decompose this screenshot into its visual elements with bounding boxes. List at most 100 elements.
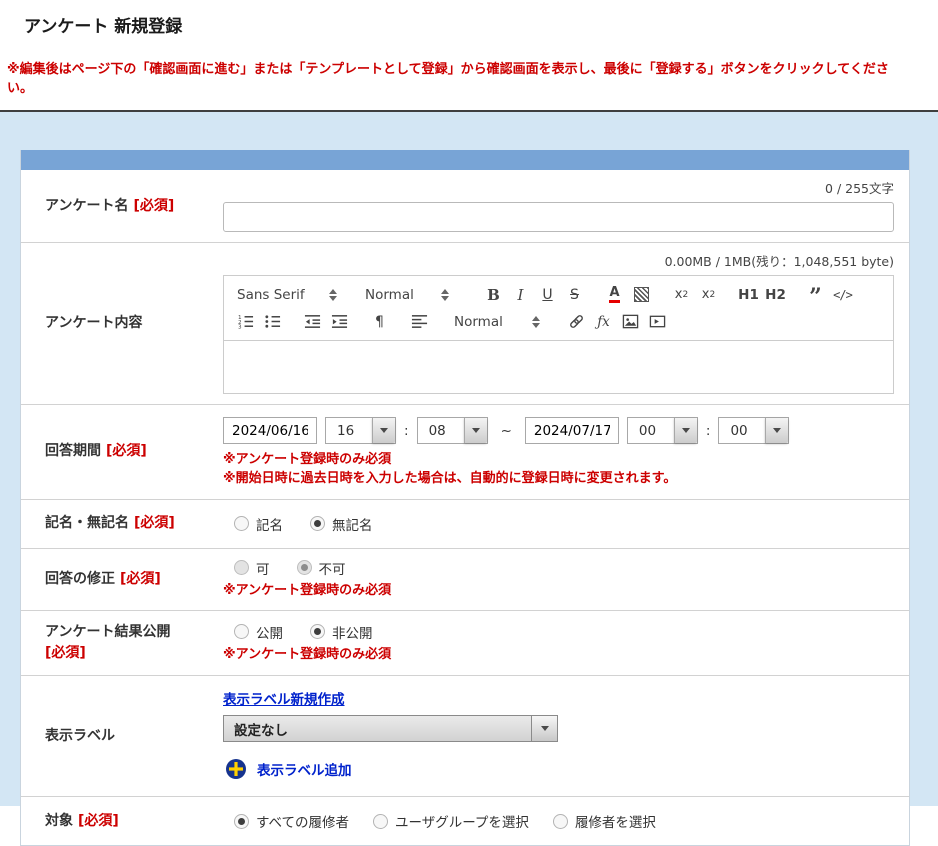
- radio-target-select-students[interactable]: 履修者を選択: [553, 811, 656, 831]
- required-badge: [必須]: [134, 514, 175, 533]
- heading1-icon[interactable]: H1: [735, 283, 762, 307]
- subscript-icon[interactable]: x2: [668, 283, 695, 307]
- radio-target-all-students[interactable]: すべての履修者: [234, 811, 349, 831]
- superscript-icon[interactable]: x2: [695, 283, 722, 307]
- survey-name-label: アンケート名: [45, 197, 128, 216]
- page-header: アンケート 新規登録 ※編集後はページ下の「確認画面に進む」または「テンプレート…: [0, 0, 938, 96]
- radio-circle: [373, 814, 388, 829]
- radio-circle: [234, 624, 249, 639]
- format-picker[interactable]: Normal: [449, 314, 545, 330]
- start-hour-select[interactable]: 16: [325, 417, 396, 444]
- code-block-icon[interactable]: </>: [829, 283, 856, 307]
- dropdown-arrow-button[interactable]: [674, 418, 697, 443]
- radio-circle-disabled: [234, 560, 249, 575]
- required-badge: [必須]: [45, 644, 86, 663]
- period-note-1: ※アンケート登録時のみ必須: [223, 451, 894, 470]
- add-plus-icon[interactable]: [225, 758, 247, 780]
- font-picker[interactable]: Sans Serif: [232, 287, 342, 303]
- required-badge: [必須]: [133, 197, 174, 216]
- radio-label: ユーザグループを選択: [395, 811, 529, 831]
- dropdown-arrow-button[interactable]: [765, 418, 788, 443]
- end-hour-value: 00: [628, 418, 674, 443]
- radio-edit-allowed[interactable]: 可: [234, 558, 270, 578]
- named-label: 記名・無記名: [45, 514, 129, 533]
- end-hour-select[interactable]: 00: [627, 417, 698, 444]
- colon-separator: :: [404, 423, 409, 439]
- row-answer-period: 回答期間 [必須] 16 : 08: [21, 405, 909, 500]
- combo-arrow-button[interactable]: [531, 716, 557, 741]
- target-label: 対象: [45, 812, 73, 831]
- answer-period-label-cell: 回答期間 [必須]: [21, 405, 223, 499]
- picker-arrows-icon: [532, 316, 540, 328]
- row-result-public: アンケート結果公開 [必須] 公開 非公開 ※アンケート登録: [21, 611, 909, 677]
- image-icon[interactable]: [617, 310, 644, 334]
- italic-icon[interactable]: I: [507, 283, 534, 307]
- size-counter: 0.00MB / 1MB(残り：1,048,551 byte): [223, 251, 894, 270]
- row-display-label: 表示ラベル 表示ラベル新規作成 設定なし: [21, 676, 909, 797]
- radio-private[interactable]: 非公開: [310, 622, 373, 642]
- outdent-icon[interactable]: [299, 310, 326, 334]
- add-display-label-link[interactable]: 表示ラベル追加: [257, 759, 352, 779]
- result-public-note: ※アンケート登録時のみ必須: [223, 646, 894, 665]
- blockquote-icon[interactable]: ”: [802, 285, 829, 305]
- table-header-bar: [21, 150, 909, 170]
- radio-edit-not-allowed[interactable]: 不可: [297, 558, 346, 578]
- page-title: アンケート 新規登録: [24, 12, 914, 37]
- radio-named-signed[interactable]: 記名: [234, 514, 283, 534]
- answer-edit-label-cell: 回答の修正 [必須]: [21, 549, 223, 610]
- text-color-icon[interactable]: A: [601, 283, 628, 307]
- radio-named-anonymous[interactable]: 無記名: [310, 514, 373, 534]
- display-label-select-value: 設定なし: [224, 716, 531, 741]
- survey-name-input[interactable]: [223, 202, 894, 232]
- survey-content-label-cell: アンケート内容: [21, 243, 223, 404]
- editor-text-area[interactable]: [223, 341, 894, 394]
- end-minute-value: 00: [719, 418, 765, 443]
- dropdown-arrow-button[interactable]: [372, 418, 395, 443]
- required-badge: [必須]: [106, 442, 147, 461]
- start-date-input[interactable]: [223, 417, 317, 444]
- bold-icon[interactable]: B: [480, 283, 507, 307]
- picker-arrows-icon: [441, 289, 449, 301]
- formula-icon[interactable]: ƒx: [590, 310, 617, 334]
- end-minute-select[interactable]: 00: [718, 417, 789, 444]
- row-target: 対象 [必須] すべての履修者 ユーザグループを選択: [21, 797, 909, 845]
- caret-down-icon: [472, 428, 480, 433]
- underline-icon[interactable]: U: [534, 283, 561, 307]
- svg-text:3: 3: [238, 325, 242, 330]
- radio-circle-checked: [234, 814, 249, 829]
- bullet-list-icon[interactable]: [259, 310, 286, 334]
- named-label-cell: 記名・無記名 [必須]: [21, 500, 223, 548]
- radio-label: 記名: [256, 514, 283, 534]
- radio-circle-disabled-checked: [297, 560, 312, 575]
- align-icon[interactable]: [406, 310, 433, 334]
- survey-content-label: アンケート内容: [45, 314, 142, 333]
- indent-icon[interactable]: [326, 310, 353, 334]
- picker-arrows-icon: [329, 289, 337, 301]
- result-public-label: アンケート結果公開: [45, 623, 170, 642]
- content-area: アンケート名 [必須] 0 / 255文字 アンケート内容 0.00MB / 1…: [0, 112, 938, 806]
- radio-public[interactable]: 公開: [234, 622, 283, 642]
- text-direction-icon[interactable]: ¶: [366, 310, 393, 334]
- display-label-select[interactable]: 設定なし: [223, 715, 558, 742]
- radio-label: 非公開: [332, 622, 373, 642]
- size-picker[interactable]: Normal: [360, 287, 454, 303]
- caret-down-icon: [682, 428, 690, 433]
- video-icon[interactable]: [644, 310, 671, 334]
- answer-edit-note: ※アンケート登録時のみ必須: [223, 582, 894, 601]
- colon-separator: :: [706, 423, 711, 439]
- strikethrough-icon[interactable]: S: [561, 283, 588, 307]
- ordered-list-icon[interactable]: 123: [232, 310, 259, 334]
- answer-edit-label: 回答の修正: [45, 570, 115, 589]
- highlight-color-icon[interactable]: [628, 283, 655, 307]
- start-minute-value: 08: [418, 418, 464, 443]
- heading2-icon[interactable]: H2: [762, 283, 789, 307]
- dropdown-arrow-button[interactable]: [464, 418, 487, 443]
- radio-label: 履修者を選択: [575, 811, 656, 831]
- start-minute-select[interactable]: 08: [417, 417, 488, 444]
- link-icon[interactable]: [563, 310, 590, 334]
- end-date-input[interactable]: [525, 417, 619, 444]
- survey-name-label-cell: アンケート名 [必須]: [21, 170, 223, 242]
- radio-target-user-group[interactable]: ユーザグループを選択: [373, 811, 529, 831]
- create-display-label-link[interactable]: 表示ラベル新規作成: [223, 688, 345, 708]
- radio-label: 公開: [256, 622, 283, 642]
